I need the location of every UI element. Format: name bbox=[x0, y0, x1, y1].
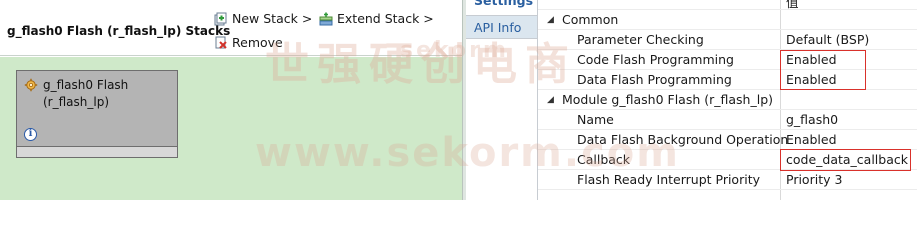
new-stack-icon bbox=[214, 12, 228, 26]
property-name: Parameter Checking bbox=[577, 32, 704, 47]
chevron-down-icon[interactable]: ◢ bbox=[547, 95, 554, 105]
stacks-header: g_flash0 Flash (r_flash_lp) Stacks New S… bbox=[0, 0, 462, 56]
module-name: g_flash0 Flash (r_flash_lp) bbox=[43, 77, 128, 111]
module-name-line2: (r_flash_lp) bbox=[43, 95, 110, 109]
property-value[interactable]: Default (BSP) bbox=[786, 32, 869, 47]
group-module[interactable]: ◢ Module g_flash0 Flash (r_flash_lp) bbox=[538, 90, 917, 110]
extend-stack-icon bbox=[319, 12, 333, 26]
property-row-flash-ready-interrupt-priority[interactable]: Flash Ready Interrupt Priority Priority … bbox=[538, 170, 917, 190]
module-name-line1: g_flash0 Flash bbox=[43, 78, 129, 92]
property-tabs: Settings API Info bbox=[466, 0, 538, 200]
property-name: Callback bbox=[577, 152, 631, 167]
stacks-canvas[interactable]: g_flash0 Flash (r_flash_lp) i bbox=[0, 57, 462, 200]
property-value[interactable]: Enabled bbox=[786, 132, 837, 147]
info-icon[interactable]: i bbox=[24, 128, 37, 141]
group-module-label: Module g_flash0 Flash (r_flash_lp) bbox=[562, 92, 774, 107]
property-row-data-flash-background-operation[interactable]: Data Flash Background Operation Enabled bbox=[538, 130, 917, 150]
new-stack-label: New Stack > bbox=[232, 11, 313, 26]
highlight-flash-programming bbox=[780, 50, 866, 90]
extend-stack-button[interactable]: Extend Stack > bbox=[319, 11, 434, 26]
stacks-panel: g_flash0 Flash (r_flash_lp) Stacks New S… bbox=[0, 0, 462, 200]
property-row-name[interactable]: Name g_flash0 bbox=[538, 110, 917, 130]
remove-button[interactable]: Remove bbox=[214, 35, 283, 50]
tab-settings[interactable]: Settings bbox=[466, 0, 537, 12]
module-block-g-flash0[interactable]: g_flash0 Flash (r_flash_lp) i bbox=[16, 70, 178, 147]
table-header-row: 值 bbox=[538, 0, 917, 10]
module-block-footer bbox=[16, 147, 178, 158]
module-gear-icon bbox=[24, 78, 38, 92]
property-value[interactable]: g_flash0 bbox=[786, 112, 838, 127]
group-common[interactable]: ◢ Common bbox=[538, 10, 917, 30]
tab-api-info[interactable]: API Info bbox=[466, 15, 537, 39]
highlight-callback bbox=[780, 149, 911, 171]
chevron-down-icon[interactable]: ◢ bbox=[547, 15, 554, 25]
property-name: Code Flash Programming bbox=[577, 52, 734, 67]
stacks-title: g_flash0 Flash (r_flash_lp) Stacks bbox=[7, 24, 231, 38]
property-name: Data Flash Background Operation bbox=[577, 132, 789, 147]
property-name: Flash Ready Interrupt Priority bbox=[577, 172, 760, 187]
property-row-parameter-checking[interactable]: Parameter Checking Default (BSP) bbox=[538, 30, 917, 50]
extend-stack-label: Extend Stack > bbox=[337, 11, 434, 26]
new-stack-button[interactable]: New Stack > bbox=[214, 11, 312, 26]
property-value[interactable]: Priority 3 bbox=[786, 172, 842, 187]
remove-icon bbox=[214, 36, 228, 50]
property-name: Name bbox=[577, 112, 614, 127]
group-common-label: Common bbox=[562, 12, 619, 27]
remove-label: Remove bbox=[232, 35, 283, 50]
property-name: Data Flash Programming bbox=[577, 72, 732, 87]
